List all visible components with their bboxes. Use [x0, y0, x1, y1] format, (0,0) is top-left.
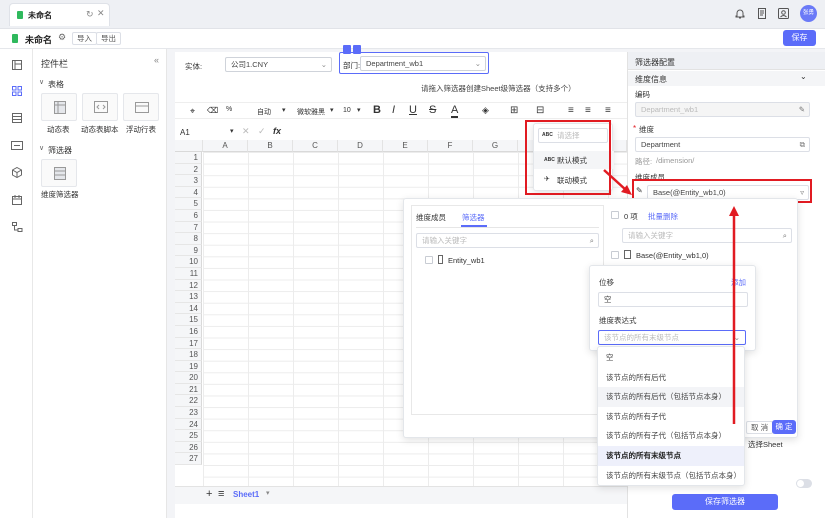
- arrow-mode-to-member: [603, 169, 627, 191]
- arrow-head: [729, 206, 739, 216]
- annotation-arrows: [603, 169, 739, 424]
